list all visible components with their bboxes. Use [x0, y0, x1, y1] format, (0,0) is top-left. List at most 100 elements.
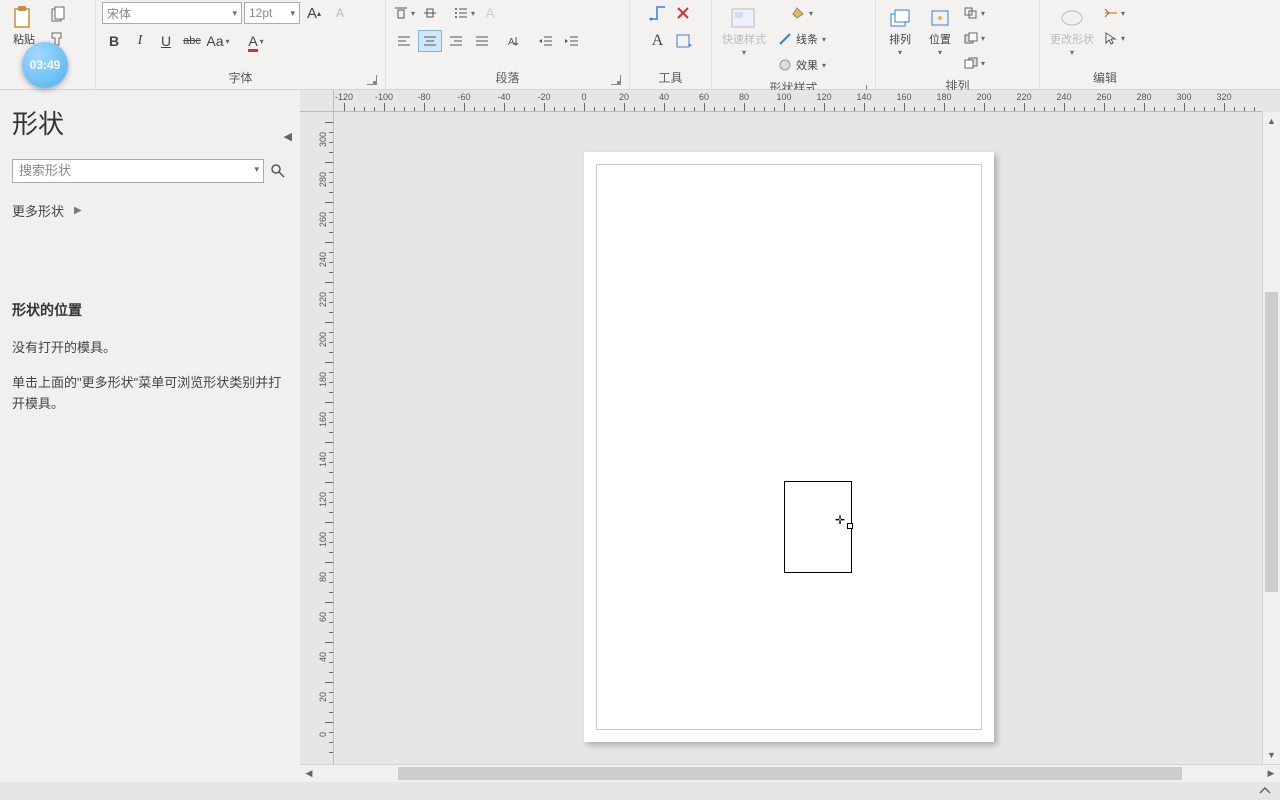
ribbon-group-edit: 更改形状▾ ▾ ▾ 编辑: [1040, 0, 1170, 89]
ruler-h-label: -40: [497, 92, 510, 102]
ruler-v-label: 40: [318, 652, 328, 662]
ribbon-group-paragraph: ▾ ▾ A A 段落: [386, 0, 630, 89]
vertical-ruler[interactable]: 3002802602402202001801601401201008060402…: [300, 112, 334, 764]
tools-group-label: 工具: [636, 66, 705, 89]
ruler-v-label: 0: [318, 732, 328, 737]
pointer-tool-button[interactable]: ▾: [1102, 27, 1126, 49]
align-right-button[interactable]: [444, 30, 468, 52]
increase-indent-button[interactable]: [560, 30, 584, 52]
ruler-corner: [300, 90, 334, 112]
send-back-button[interactable]: ▾: [962, 52, 986, 74]
ruler-h-label: 160: [896, 92, 911, 102]
bold-button[interactable]: B: [102, 30, 126, 52]
canvas-viewport[interactable]: ✛: [334, 112, 1262, 764]
edit-tool-button[interactable]: ▾: [1102, 2, 1126, 24]
dialog-launcher-icon[interactable]: [611, 75, 621, 85]
ruler-v-label: 180: [318, 372, 328, 387]
more-shapes-menu[interactable]: 更多形状 ▶: [12, 201, 288, 220]
change-case-button[interactable]: Aa▾: [206, 30, 230, 52]
cursor-handle-icon: [847, 523, 853, 529]
ruler-h-label: 120: [816, 92, 831, 102]
ruler-h-label: 200: [976, 92, 991, 102]
line-button[interactable]: 线条▾: [774, 28, 830, 50]
arrange-button[interactable]: 排列▾: [882, 2, 918, 59]
canvas-area: -120-100-80-60-40-2002040608010012014016…: [300, 90, 1280, 782]
connector-tool-button[interactable]: [646, 2, 670, 24]
font-size-combo[interactable]: 12pt ▾: [244, 2, 300, 24]
ribbon: 粘贴 宋体 ▾ 12pt ▾: [0, 0, 1280, 90]
bring-front-button[interactable]: ▾: [962, 27, 986, 49]
collapse-ribbon-button[interactable]: [1258, 786, 1272, 796]
align-left-button[interactable]: [392, 30, 416, 52]
page-margin: ✛: [596, 164, 982, 730]
search-shapes-input[interactable]: 搜索形状 ▾: [12, 159, 264, 183]
arrange-icon: [886, 4, 914, 32]
time-badge: 03:49: [22, 42, 68, 88]
text-tool-button[interactable]: A: [646, 30, 670, 52]
bullets-button[interactable]: ▾: [452, 2, 476, 24]
dialog-launcher-icon[interactable]: [367, 75, 377, 85]
horizontal-ruler[interactable]: -120-100-80-60-40-2002040608010012014016…: [334, 90, 1262, 112]
align-middle-button[interactable]: [418, 2, 442, 24]
align-center-button[interactable]: [418, 30, 442, 52]
scroll-down-button[interactable]: ▼: [1263, 746, 1280, 764]
vertical-scrollbar[interactable]: ▲ ▼: [1262, 112, 1280, 764]
align-top-button[interactable]: ▾: [392, 2, 416, 24]
ruler-v-label: 120: [318, 492, 328, 507]
ribbon-group-arrange: 排列▾ 位置▾ ▾ ▾ ▾ 排列: [876, 0, 1040, 89]
hscroll-thumb[interactable]: [398, 767, 1182, 780]
copy-button[interactable]: [46, 4, 70, 26]
fill-button[interactable]: ▾: [774, 2, 830, 24]
connection-point-button[interactable]: [672, 2, 696, 24]
ruler-h-label: 220: [1016, 92, 1031, 102]
ruler-v-label: 200: [318, 332, 328, 347]
font-name-combo[interactable]: 宋体 ▾: [102, 2, 242, 24]
text-block-button[interactable]: [672, 30, 696, 52]
rectangle-shape[interactable]: [784, 481, 852, 573]
ruler-h-label: 320: [1216, 92, 1231, 102]
position-button[interactable]: 位置▾: [922, 2, 958, 59]
effect-icon: [778, 58, 792, 72]
scroll-right-button[interactable]: ▶: [1262, 765, 1280, 782]
group-button[interactable]: ▾: [962, 2, 986, 24]
underline-button[interactable]: U: [154, 30, 178, 52]
shrink-font-button[interactable]: A: [328, 2, 352, 24]
ruler-h-label: 80: [739, 92, 749, 102]
font-color-button[interactable]: A ▾: [244, 30, 268, 52]
effect-button[interactable]: 效果▾: [774, 54, 830, 76]
text-direction-button[interactable]: A: [502, 30, 526, 52]
search-button[interactable]: [268, 159, 288, 183]
font-size-value: 12pt: [249, 6, 272, 20]
decrease-indent-button[interactable]: [534, 30, 558, 52]
ruler-v-label: 100: [318, 532, 328, 547]
paste-button[interactable]: 粘贴: [6, 2, 42, 48]
fill-icon: [791, 6, 805, 20]
ruler-v-label: 60: [318, 612, 328, 622]
scroll-left-button[interactable]: ◀: [300, 765, 318, 782]
svg-text:A: A: [508, 37, 515, 48]
font-name-value: 宋体: [107, 5, 131, 22]
panel-subheading: 形状的位置: [12, 300, 288, 320]
ruler-h-label: -20: [537, 92, 550, 102]
ribbon-group-tools: A 工具: [630, 0, 712, 89]
vscroll-thumb[interactable]: [1265, 292, 1278, 592]
chevron-down-icon: ▾: [232, 8, 237, 19]
ruler-h-label: 180: [936, 92, 951, 102]
align-justify-button[interactable]: [470, 30, 494, 52]
scroll-up-button[interactable]: ▲: [1263, 112, 1280, 130]
drawing-page[interactable]: ✛: [584, 152, 994, 742]
ruler-h-label: -100: [375, 92, 393, 102]
panel-collapse-button[interactable]: ◀: [284, 130, 292, 143]
grow-font-button[interactable]: A▴: [302, 2, 326, 24]
chevron-down-icon: ▾: [254, 164, 259, 175]
paragraph-group-label: 段落: [392, 66, 623, 89]
ruler-v-label: 220: [318, 292, 328, 307]
clear-format-button[interactable]: A: [478, 2, 502, 24]
ruler-v-label: 240: [318, 252, 328, 267]
horizontal-scrollbar[interactable]: ◀ ▶: [300, 764, 1280, 782]
font-group-label: 字体: [102, 66, 379, 89]
quick-style-button[interactable]: 快速样式 ▾: [718, 2, 770, 59]
italic-button[interactable]: I: [128, 30, 152, 52]
strike-button[interactable]: abc: [180, 30, 204, 52]
change-shape-button[interactable]: 更改形状▾: [1046, 2, 1098, 59]
